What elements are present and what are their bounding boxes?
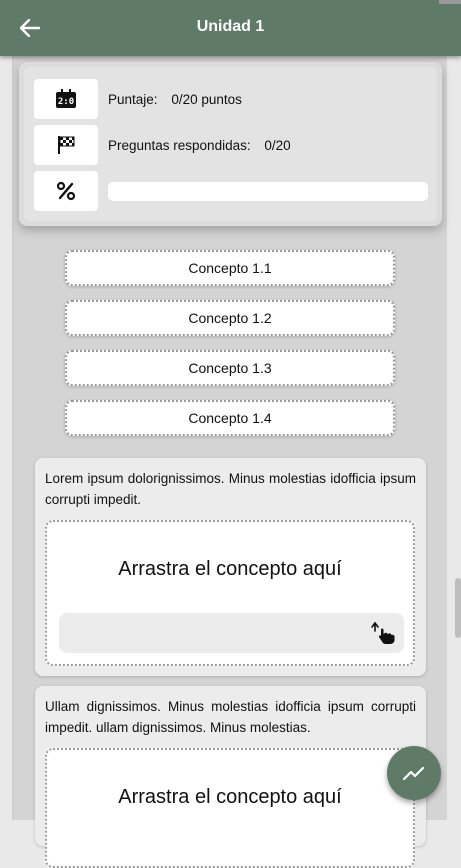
svg-text:2:0: 2:0	[58, 97, 74, 107]
flag-icon-box	[34, 125, 98, 165]
drop-zone[interactable]: Arrastra el concepto aquí	[45, 748, 415, 868]
page-title: Unidad 1	[196, 18, 265, 35]
checkered-flag-icon	[58, 136, 75, 154]
concept-chip[interactable]: Concepto 1.1	[65, 250, 395, 286]
scoreboard-icon: 2:0	[56, 89, 76, 108]
answered-text: Preguntas respondidas: 0/20	[108, 138, 291, 153]
scrollbar-indicator	[439, 0, 461, 4]
drag-hand-icon	[371, 621, 395, 644]
answered-row: Preguntas respondidas: 0/20	[34, 125, 291, 165]
drop-slot[interactable]	[59, 613, 404, 653]
progress-row	[34, 171, 428, 211]
score-row: 2:0 Puntaje: 0/20 puntos	[34, 79, 242, 119]
question-card: Ullam dignissimos. Minus molestias idoff…	[35, 686, 426, 868]
trending-up-icon	[403, 766, 425, 780]
percent-icon	[56, 181, 76, 201]
score-value: 0/20 puntos	[171, 91, 242, 107]
answered-label: Preguntas respondidas:	[108, 137, 251, 153]
stats-card-inner: 2:0 Puntaje: 0/20 puntos Preguntas respo…	[24, 67, 437, 221]
stats-card: 2:0 Puntaje: 0/20 puntos Preguntas respo…	[19, 62, 442, 226]
stats-fab-button[interactable]	[387, 746, 441, 800]
question-text: Lorem ipsum dolorignissimos. Minus moles…	[45, 471, 416, 507]
answered-value: 0/20	[264, 137, 291, 153]
progress-bar	[108, 181, 428, 201]
drop-zone-label: Arrastra el concepto aquí	[118, 558, 342, 580]
concept-chip[interactable]: Concepto 1.2	[65, 300, 395, 336]
question-card: Lorem ipsum dolorignissimos. Minus moles…	[35, 458, 426, 676]
score-label: Puntaje:	[108, 91, 158, 107]
drop-zone-label: Arrastra el concepto aquí	[118, 786, 342, 808]
concept-chip[interactable]: Concepto 1.4	[65, 400, 395, 436]
concept-chip[interactable]: Concepto 1.3	[65, 350, 395, 386]
scoreboard-icon-box: 2:0	[34, 79, 98, 119]
drop-zone[interactable]: Arrastra el concepto aquí	[45, 520, 415, 666]
question-text: Ullam dignissimos. Minus molestias idoff…	[45, 699, 416, 735]
scrollbar-thumb[interactable]	[455, 578, 461, 638]
app-bar: Unidad 1	[0, 0, 461, 56]
score-text: Puntaje: 0/20 puntos	[108, 92, 242, 107]
percent-icon-box	[34, 171, 98, 211]
